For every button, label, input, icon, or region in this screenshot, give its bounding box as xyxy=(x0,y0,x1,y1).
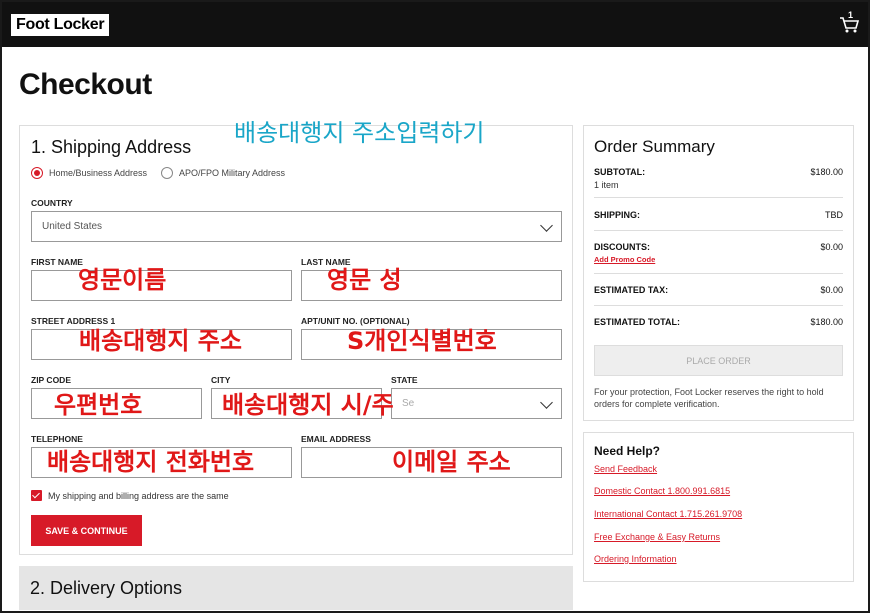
street-label: STREET ADDRESS 1 xyxy=(31,316,116,326)
item-count: 1 item xyxy=(594,180,619,190)
free-exchange-link[interactable]: Free Exchange & Easy Returns xyxy=(594,532,720,542)
delivery-options-panel[interactable]: 2. Delivery Options xyxy=(19,566,573,610)
annotation-heading: 배송대행지 주소입력하기 xyxy=(234,119,485,147)
chevron-down-icon xyxy=(540,219,553,232)
checkbox-checked-icon[interactable] xyxy=(31,490,42,501)
browser-frame: Foot Locker 1 Checkout 1. Shipping Addre… xyxy=(0,0,870,613)
same-address-checkbox-row[interactable]: My shipping and billing address are the … xyxy=(31,490,229,501)
state-placeholder: Se xyxy=(402,398,415,409)
ordering-information-link[interactable]: Ordering Information xyxy=(594,554,677,564)
tax-row: ESTIMATED TAX: $0.00 xyxy=(594,285,843,306)
tax-value: $0.00 xyxy=(820,285,843,295)
subtotal-label: SUBTOTAL: xyxy=(594,167,646,177)
radio-selected-icon[interactable] xyxy=(31,167,43,179)
state-label: STATE xyxy=(391,375,418,385)
telephone-label: TELEPHONE xyxy=(31,434,83,444)
domestic-contact-link[interactable]: Domestic Contact 1.800.991.6815 xyxy=(594,486,730,496)
shipping-label: SHIPPING: xyxy=(594,210,641,220)
subtotal-value: $180.00 xyxy=(810,167,843,177)
annotation-last-name: 영문 성 xyxy=(327,266,402,294)
apt-label: APT/UNIT NO. (OPTIONAL) xyxy=(301,316,410,326)
discounts-row: DISCOUNTS: $0.00 Add Promo Code xyxy=(594,242,843,274)
need-help-title: Need Help? xyxy=(594,444,661,458)
radio-unselected-icon[interactable] xyxy=(161,167,173,179)
radio-apo-fpo[interactable]: APO/FPO Military Address xyxy=(161,167,285,179)
shipping-section-title: 1. Shipping Address xyxy=(31,137,192,157)
annotation-first-name: 영문이름 xyxy=(78,266,167,294)
total-value: $180.00 xyxy=(810,317,843,327)
annotation-zip: 우편번호 xyxy=(54,391,143,419)
cart-count-badge: 1 xyxy=(848,10,854,20)
total-row: ESTIMATED TOTAL: $180.00 xyxy=(594,317,843,331)
international-contact-link[interactable]: International Contact 1.715.261.9708 xyxy=(594,509,742,519)
total-label: ESTIMATED TOTAL: xyxy=(594,317,680,327)
need-help-panel: Need Help? Send Feedback Domestic Contac… xyxy=(583,432,854,582)
send-feedback-link[interactable]: Send Feedback xyxy=(594,464,657,474)
page-title: Checkout xyxy=(19,68,152,101)
email-label: EMAIL ADDRESS xyxy=(301,434,371,444)
shipping-row: SHIPPING: TBD xyxy=(594,210,843,231)
radio-label: APO/FPO Military Address xyxy=(179,168,286,178)
country-select[interactable]: United States xyxy=(31,211,562,242)
place-order-button[interactable]: PLACE ORDER xyxy=(594,345,843,376)
subtotal-row: SUBTOTAL: $180.00 1 item xyxy=(594,167,843,198)
radio-label: Home/Business Address xyxy=(49,168,148,178)
protection-note: For your protection, Foot Locker reserve… xyxy=(594,387,824,409)
same-address-label: My shipping and billing address are the … xyxy=(48,490,229,501)
radio-home-business[interactable]: Home/Business Address xyxy=(31,167,147,179)
annotation-telephone: 배송대행지 전화번호 xyxy=(47,448,255,476)
shipping-value: TBD xyxy=(825,210,843,220)
annotation-apt: S개인식별번호 xyxy=(347,327,497,355)
order-summary-panel: Order Summary SUBTOTAL: $180.00 1 item S… xyxy=(583,125,854,421)
chevron-down-icon xyxy=(540,396,553,409)
first-name-label: FIRST NAME xyxy=(31,257,83,267)
state-select[interactable]: Se xyxy=(391,388,562,419)
annotation-street: 배송대행지 주소 xyxy=(79,327,242,355)
add-promo-code-link[interactable]: Add Promo Code xyxy=(594,255,655,264)
country-label: COUNTRY xyxy=(31,198,73,208)
discounts-value: $0.00 xyxy=(820,242,843,252)
annotation-city-state: 배송대행지 시/주 xyxy=(222,391,394,419)
annotation-email: 이메일 주소 xyxy=(392,448,511,476)
discounts-label: DISCOUNTS: xyxy=(594,242,650,252)
zip-label: ZIP CODE xyxy=(31,375,71,385)
tax-label: ESTIMATED TAX: xyxy=(594,285,669,295)
country-value: United States xyxy=(42,221,103,232)
save-continue-button[interactable]: SAVE & CONTINUE xyxy=(31,515,142,546)
site-header: Foot Locker 1 xyxy=(2,2,868,47)
foot-locker-logo[interactable]: Foot Locker xyxy=(11,14,110,36)
order-summary-title: Order Summary xyxy=(594,137,715,156)
city-label: CITY xyxy=(211,375,231,385)
delivery-section-title: 2. Delivery Options xyxy=(30,578,183,598)
